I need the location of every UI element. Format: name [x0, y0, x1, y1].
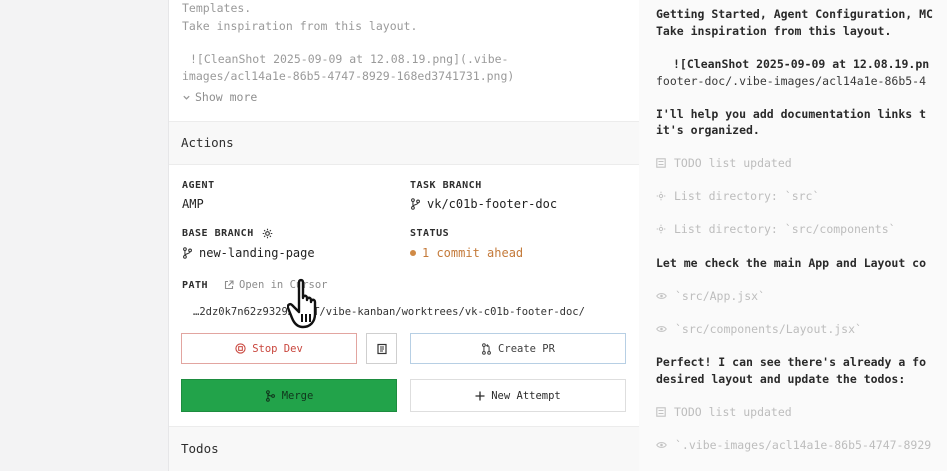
path-label: PATH — [182, 280, 209, 291]
tool-call-entry: List directory: `src/components` — [656, 222, 896, 236]
file-read-entry: `src/App.jsx` — [656, 289, 765, 303]
stop-circle-icon — [235, 343, 246, 354]
plus-icon — [475, 391, 485, 401]
todos-title: Todos — [181, 441, 219, 456]
base-branch-text: new-landing-page — [199, 246, 315, 260]
git-branch-icon — [182, 247, 193, 259]
new-attempt-label: New Attempt — [491, 389, 561, 402]
git-merge-icon — [265, 389, 276, 402]
create-pr-button[interactable]: Create PR — [410, 333, 626, 364]
description-line: ![CleanShot 2025-09-09 at 12.08.19.png](… — [190, 52, 509, 66]
task-details-panel: Templates. Take inspiration from this la… — [168, 0, 640, 471]
worktree-path: …2dz0k7n62z9329…gn/T/vibe-kanban/worktre… — [193, 306, 585, 318]
status-label: STATUS — [410, 228, 450, 239]
agent-value-text: AMP — [182, 197, 204, 211]
tool-call-text: List directory: `src/components` — [674, 222, 896, 236]
message-line: Take inspiration from this layout. — [656, 24, 892, 38]
gear-icon — [656, 224, 666, 234]
eye-icon — [656, 292, 667, 300]
stop-dev-button[interactable]: Stop Dev — [181, 333, 357, 364]
agent-value: AMP — [182, 197, 204, 211]
message-line: desired layout and update the todos: — [656, 372, 906, 386]
task-branch-value: vk/c01b-footer-doc — [410, 197, 557, 211]
status-text: 1 commit ahead — [422, 246, 524, 260]
dev-logs-button[interactable] — [366, 333, 397, 364]
gear-icon[interactable] — [262, 228, 273, 239]
message-line: Let me check the main App and Layout co — [656, 256, 927, 270]
stop-dev-label: Stop Dev — [252, 342, 303, 355]
file-read-text: `src/components/Layout.jsx` — [675, 322, 862, 336]
show-more-label: Show more — [195, 90, 258, 104]
gear-icon — [656, 191, 666, 201]
hand-cursor-icon — [287, 278, 331, 330]
message-line: footer-doc/.vibe-images/acl14a1e-86b5-4 — [656, 74, 927, 88]
external-link-icon — [224, 280, 234, 290]
scroll-text-icon — [376, 343, 388, 355]
checklist-icon — [656, 407, 666, 417]
eye-icon — [656, 325, 667, 333]
description-line: images/acl14a1e-86b5-4747-8929-168ed3741… — [182, 69, 515, 83]
message-line: it's organized. — [656, 123, 760, 137]
eye-icon — [656, 441, 667, 449]
actions-header: Actions — [169, 121, 639, 165]
status-dot-icon — [410, 250, 416, 256]
todo-update-text: TODO list updated — [674, 156, 792, 170]
git-pull-request-icon — [481, 342, 492, 355]
show-more-toggle[interactable]: Show more — [182, 90, 257, 104]
git-branch-icon — [410, 198, 421, 210]
file-read-text: `src/App.jsx` — [675, 289, 766, 303]
tool-call-entry: List directory: `src` — [656, 189, 819, 203]
status-value: 1 commit ahead — [410, 246, 523, 260]
description-line: Templates. — [182, 1, 252, 15]
task-branch-label: TASK BRANCH — [410, 180, 482, 191]
actions-title: Actions — [181, 135, 234, 150]
base-branch-value: new-landing-page — [182, 246, 315, 260]
file-read-text: `.vibe-images/acl14a1e-86b5-4747-8929 — [675, 438, 932, 452]
chevron-down-icon — [182, 93, 191, 102]
agent-label: AGENT — [182, 180, 215, 191]
message-line: I'll help you add documentation links t — [656, 107, 927, 121]
message-line: Perfect! I can see there's already a fo — [656, 355, 927, 369]
merge-label: Merge — [281, 389, 314, 402]
base-branch-label: BASE BRANCH — [182, 228, 254, 239]
todo-update-entry: TODO list updated — [656, 405, 792, 419]
todo-update-text: TODO list updated — [674, 405, 792, 419]
tool-call-text: List directory: `src` — [674, 189, 820, 203]
description-line: Take inspiration from this layout. — [182, 19, 418, 33]
todo-update-entry: TODO list updated — [656, 156, 792, 170]
create-pr-label: Create PR — [498, 342, 555, 355]
message-line: ![CleanShot 2025-09-09 at 12.08.19.pn — [673, 57, 930, 71]
file-read-entry: `src/components/Layout.jsx` — [656, 322, 862, 336]
base-branch-label-row: BASE BRANCH — [182, 228, 273, 239]
conversation-panel: Getting Started, Agent Configuration, MC… — [639, 0, 947, 471]
message-line: Getting Started, Agent Configuration, MC — [656, 7, 933, 21]
file-read-entry: `.vibe-images/acl14a1e-86b5-4747-8929 — [656, 438, 931, 452]
merge-button[interactable]: Merge — [181, 379, 397, 412]
todos-header: Todos — [169, 426, 639, 471]
left-gutter — [0, 0, 168, 471]
new-attempt-button[interactable]: New Attempt — [410, 379, 626, 412]
task-branch-text: vk/c01b-footer-doc — [427, 197, 558, 211]
checklist-icon — [656, 158, 666, 168]
